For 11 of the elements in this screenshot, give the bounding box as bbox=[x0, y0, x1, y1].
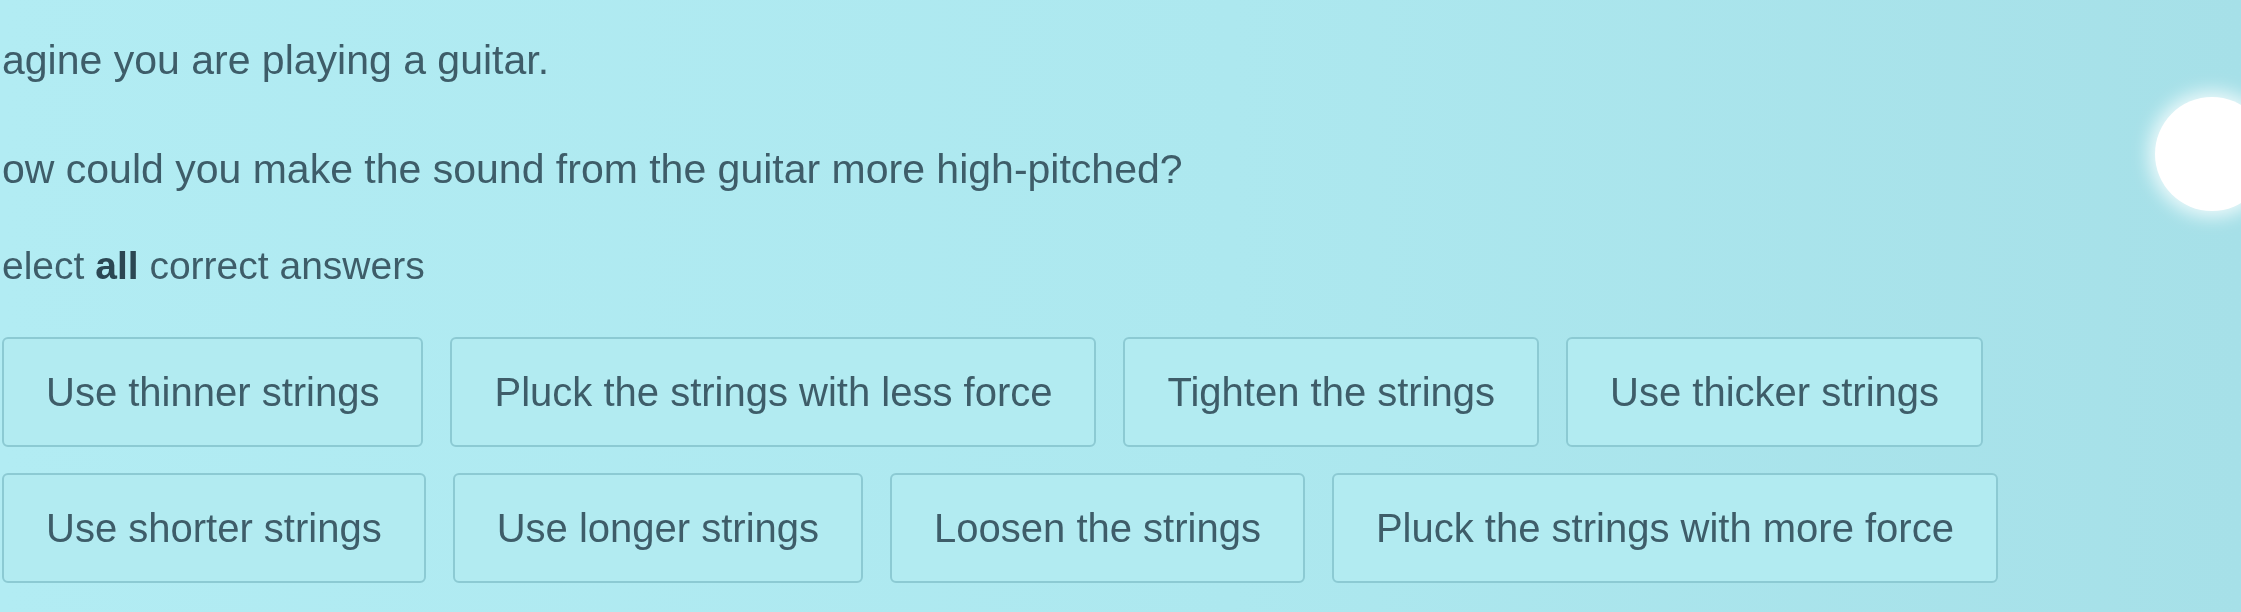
answer-option[interactable]: Use longer strings bbox=[452, 473, 864, 583]
answer-option[interactable]: Pluck the strings with more force bbox=[1331, 473, 1998, 583]
answer-option[interactable]: Tighten the strings bbox=[1123, 337, 1540, 447]
answer-option[interactable]: Loosen the strings bbox=[890, 473, 1305, 583]
intro-text: agine you are playing a guitar. bbox=[2, 36, 550, 84]
answer-option[interactable]: Use shorter strings bbox=[2, 473, 426, 583]
question-text: ow could you make the sound from the guitar more high-pitched? bbox=[2, 145, 1183, 193]
answer-option[interactable]: Use thinner strings bbox=[2, 337, 424, 447]
instruction-text: elect all correct answers bbox=[2, 243, 425, 289]
answer-option[interactable]: Pluck the strings with less force bbox=[450, 337, 1097, 447]
answer-option[interactable]: Use thicker strings bbox=[1566, 337, 1984, 447]
